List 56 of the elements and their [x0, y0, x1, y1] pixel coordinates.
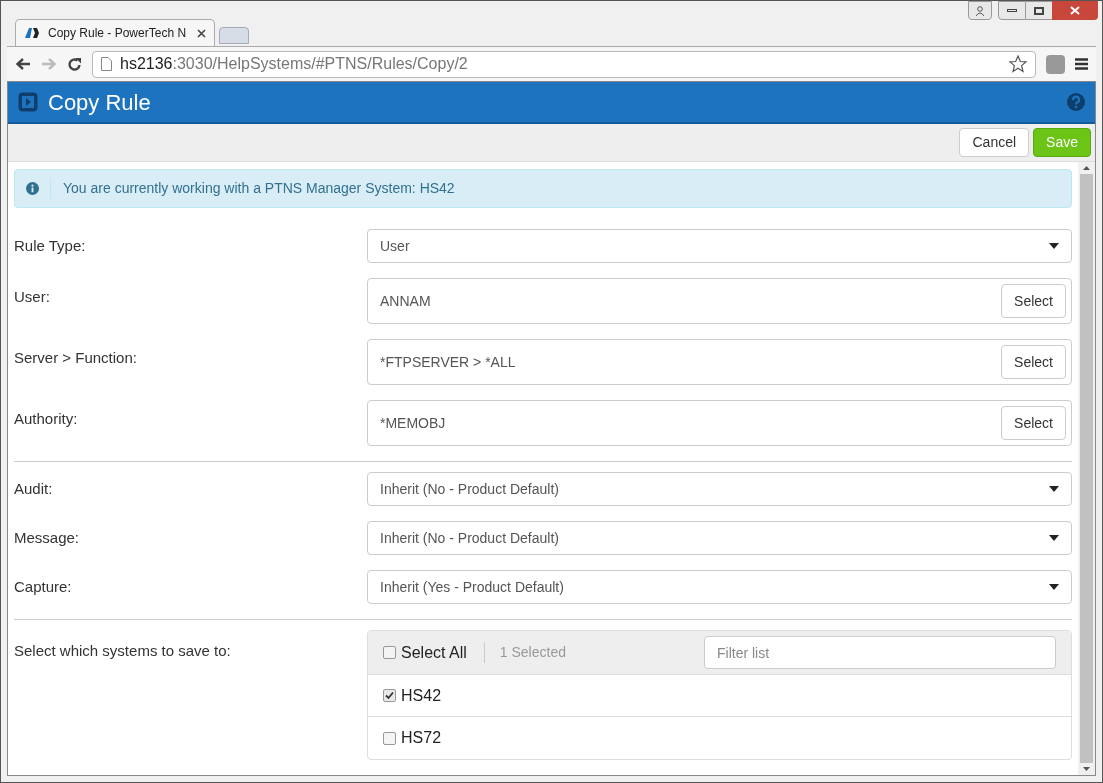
field-label: Server > Function: — [14, 348, 138, 368]
caret-icon — [1049, 535, 1059, 541]
play-icon — [18, 92, 38, 112]
page-title: Copy Rule — [48, 88, 151, 117]
checkbox[interactable] — [383, 689, 396, 702]
scroll-up-icon[interactable] — [1083, 166, 1090, 170]
star-icon[interactable] — [1009, 55, 1027, 73]
filter-field[interactable]: Filter list — [704, 636, 1056, 669]
url-path: :3030/HelpSystems/#PTNS/Rules/Copy/2 — [172, 55, 468, 72]
reload-icon[interactable] — [67, 56, 82, 72]
scroll-down-icon[interactable] — [1083, 767, 1090, 771]
cancel-button[interactable]: Cancel — [959, 128, 1030, 157]
minimize-button[interactable] — [998, 1, 1026, 20]
checkbox[interactable] — [383, 646, 396, 659]
close-icon — [1070, 6, 1080, 15]
close-button[interactable] — [1052, 1, 1098, 20]
info-alert: You are currently working with a PTNS Manager System: HS42 — [14, 169, 1072, 208]
field-label: Select which systems to save to: — [14, 641, 232, 661]
picker-field[interactable]: *MEMOBJ Select — [367, 400, 1072, 446]
logo-icon — [24, 26, 40, 40]
profile-button[interactable] — [968, 1, 992, 20]
select-button[interactable]: Select — [1001, 345, 1066, 379]
caret-icon — [1049, 584, 1059, 590]
url-host: hs2136 — [120, 55, 173, 72]
field-label: User: — [14, 287, 51, 307]
dropdown[interactable]: Inherit (No - Product Default) — [367, 472, 1072, 506]
selected-count: 1 Selected — [483, 642, 566, 663]
menu-icon[interactable] — [1075, 58, 1088, 70]
field-label: Authority: — [14, 409, 79, 429]
select-button[interactable]: Select — [1001, 284, 1066, 318]
checkbox[interactable] — [383, 731, 396, 745]
system-label[interactable]: HS72 — [401, 726, 442, 750]
checkmark-icon — [385, 691, 394, 700]
field-label: Rule Type: — [14, 236, 87, 256]
scrollbar[interactable] — [1078, 162, 1095, 775]
picker-field[interactable]: ANNAM Select — [367, 278, 1072, 324]
dropdown[interactable]: Inherit (No - Product Default) — [367, 521, 1072, 555]
picker-field[interactable]: *FTPSERVER > *ALL Select — [367, 339, 1072, 385]
address-bar[interactable]: hs2136:3030/HelpSystems/#PTNS/Rules/Copy/2 — [92, 50, 1036, 78]
select-button[interactable]: Select — [1001, 406, 1066, 440]
person-icon — [975, 5, 985, 16]
maximize-button[interactable] — [1026, 1, 1052, 20]
field-label: Capture: — [14, 577, 73, 597]
field-label: Audit: — [14, 479, 54, 499]
close-icon[interactable] — [197, 28, 206, 38]
back-icon[interactable] — [15, 57, 31, 71]
dropdown[interactable]: Inherit (Yes - Product Default) — [367, 570, 1072, 604]
caret-icon — [1049, 486, 1059, 492]
field-label: Message: — [14, 528, 81, 548]
info-icon — [26, 182, 39, 195]
dropdown[interactable]: User — [367, 229, 1072, 263]
caret-icon — [1049, 243, 1059, 249]
system-label[interactable]: HS42 — [401, 683, 442, 708]
browser-tab[interactable]: Copy Rule - PowerTech N — [15, 19, 215, 46]
select-all-label[interactable]: Select All — [401, 640, 467, 665]
page-icon — [101, 57, 112, 71]
